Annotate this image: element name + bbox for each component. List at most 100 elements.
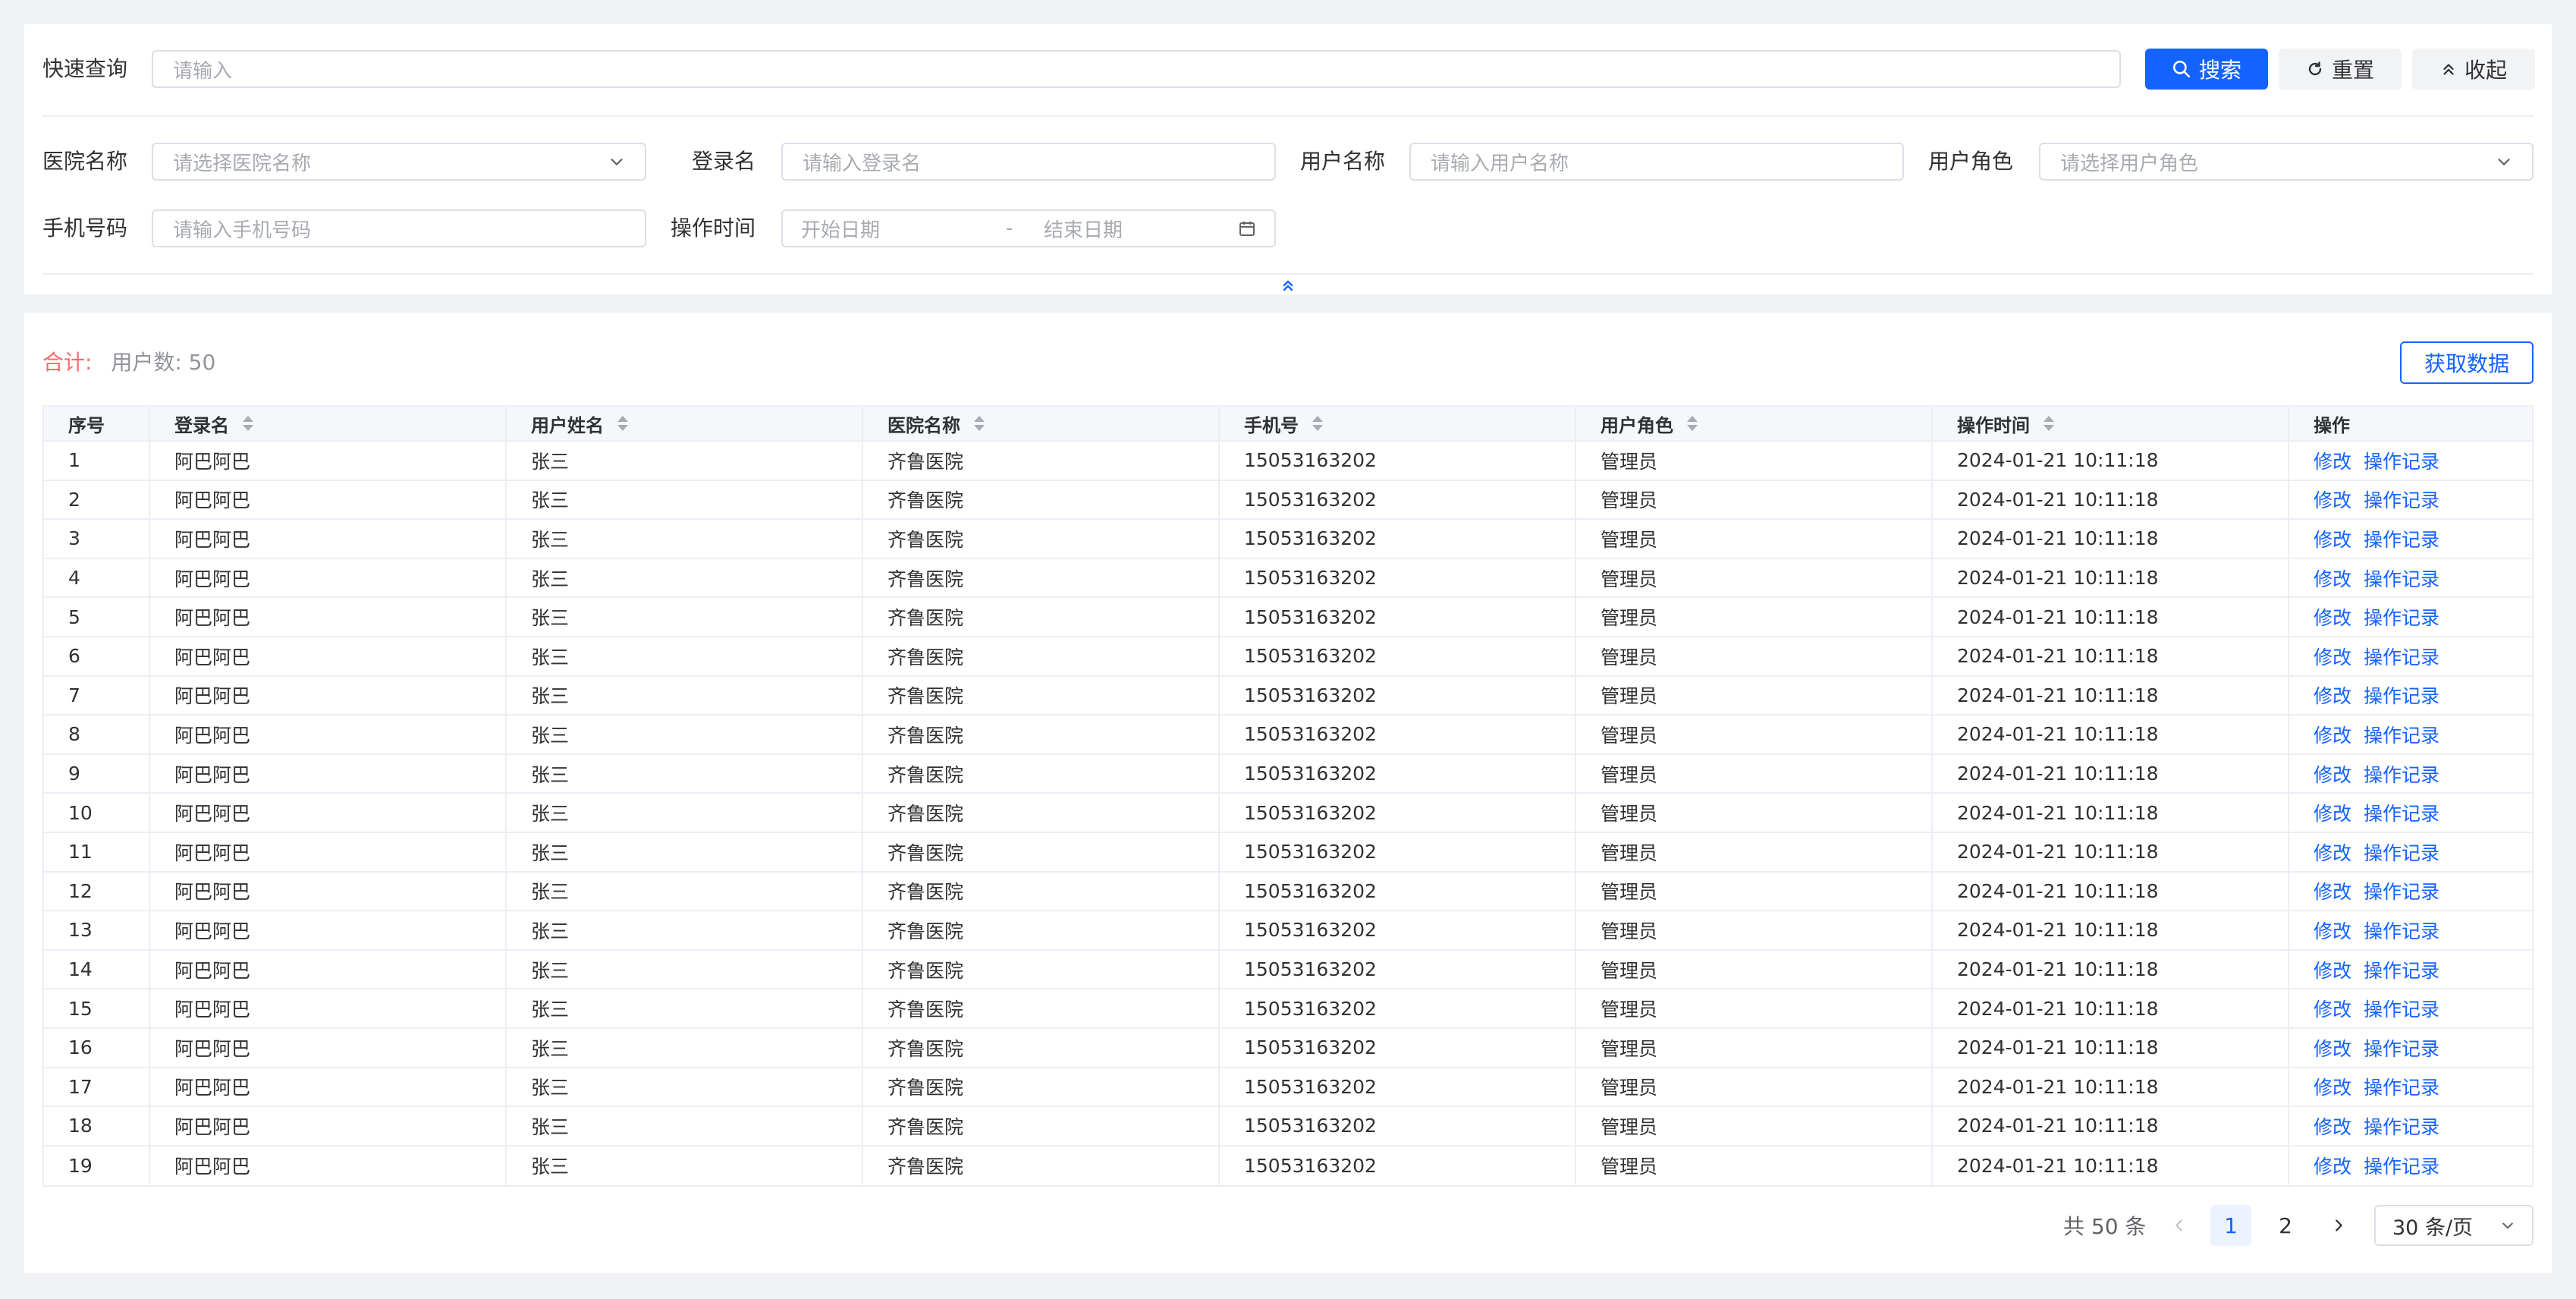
page-size-select[interactable]: 30 条/页 bbox=[2374, 1205, 2534, 1246]
edit-link[interactable]: 修改 bbox=[2314, 681, 2351, 709]
cell-login-name: 阿巴阿巴 bbox=[150, 520, 507, 558]
fetch-data-button[interactable]: 获取数据 bbox=[2400, 341, 2534, 384]
operation-log-link[interactable]: 操作记录 bbox=[2364, 760, 2439, 788]
cell-operation-time: 2024-01-21 10:11:18 bbox=[1933, 794, 2289, 832]
edit-link[interactable]: 修改 bbox=[2314, 525, 2351, 552]
operation-log-link[interactable]: 操作记录 bbox=[2364, 1073, 2439, 1100]
cell-index: 5 bbox=[44, 598, 150, 636]
edit-link[interactable]: 修改 bbox=[2314, 799, 2351, 826]
edit-link[interactable]: 修改 bbox=[2314, 1073, 2351, 1100]
cell-login-name: 阿巴阿巴 bbox=[150, 989, 507, 1027]
sort-icon[interactable] bbox=[974, 416, 985, 431]
cell-operation-time: 2024-01-21 10:11:18 bbox=[1933, 911, 2289, 949]
cell-role: 管理员 bbox=[1576, 1068, 1933, 1106]
collapse-arrow-icon[interactable] bbox=[1279, 276, 1297, 294]
page-1[interactable]: 1 bbox=[2210, 1205, 2251, 1246]
operation-log-link[interactable]: 操作记录 bbox=[2364, 525, 2439, 552]
operation-log-link[interactable]: 操作记录 bbox=[2364, 956, 2439, 983]
col-phone[interactable]: 手机号 bbox=[1220, 407, 1576, 440]
edit-link[interactable]: 修改 bbox=[2314, 603, 2351, 631]
operation-log-link[interactable]: 操作记录 bbox=[2364, 917, 2439, 944]
operation-log-link[interactable]: 操作记录 bbox=[2364, 995, 2439, 1022]
edit-link[interactable]: 修改 bbox=[2314, 956, 2351, 983]
sort-icon[interactable] bbox=[1687, 416, 1698, 431]
table-row: 12 阿巴阿巴 张三 齐鲁医院 15053163202 管理员 2024-01-21 10:… bbox=[44, 872, 2532, 912]
phone-placeholder: 请输入手机号码 bbox=[173, 219, 312, 242]
operation-log-link[interactable]: 操作记录 bbox=[2364, 643, 2439, 670]
edit-link[interactable]: 修改 bbox=[2314, 721, 2351, 748]
cell-role: 管理员 bbox=[1576, 520, 1933, 558]
operation-log-link[interactable]: 操作记录 bbox=[2364, 681, 2439, 709]
prev-page-icon[interactable] bbox=[2171, 1217, 2188, 1234]
next-page-icon[interactable] bbox=[2330, 1217, 2347, 1234]
col-login-name[interactable]: 登录名 bbox=[150, 407, 507, 440]
cell-hospital: 齐鲁医院 bbox=[863, 1146, 1220, 1186]
cell-login-name: 阿巴阿巴 bbox=[150, 716, 507, 753]
edit-link[interactable]: 修改 bbox=[2314, 838, 2351, 866]
table-row: 7 阿巴阿巴 张三 齐鲁医院 15053163202 管理员 2024-01-21 10:1… bbox=[44, 676, 2532, 716]
sort-icon[interactable] bbox=[617, 416, 628, 431]
edit-link[interactable]: 修改 bbox=[2314, 1034, 2351, 1062]
cell-phone: 15053163202 bbox=[1220, 989, 1576, 1027]
edit-link[interactable]: 修改 bbox=[2314, 760, 2351, 788]
user-role-select[interactable]: 请选择用户角色 bbox=[2039, 143, 2534, 181]
collapse-button[interactable]: 收起 bbox=[2412, 49, 2535, 90]
operation-time-range[interactable]: 开始日期 - 结束日期 bbox=[781, 209, 1276, 247]
col-operation-time[interactable]: 操作时间 bbox=[1933, 407, 2289, 440]
start-date-placeholder[interactable]: 开始日期 bbox=[801, 215, 1006, 243]
cell-phone: 15053163202 bbox=[1220, 480, 1576, 519]
operation-log-link[interactable]: 操作记录 bbox=[2364, 799, 2439, 826]
edit-link[interactable]: 修改 bbox=[2314, 643, 2351, 670]
quick-search-input[interactable]: 请输入 bbox=[152, 50, 2121, 88]
table-row: 8 阿巴阿巴 张三 齐鲁医院 15053163202 管理员 2024-01-21 10:1… bbox=[44, 716, 2532, 755]
operation-log-link[interactable]: 操作记录 bbox=[2364, 838, 2439, 866]
sort-icon[interactable] bbox=[1312, 416, 1323, 431]
username-input[interactable]: 请输入用户名称 bbox=[1409, 143, 1904, 181]
cell-role: 管理员 bbox=[1576, 794, 1933, 832]
sort-icon[interactable] bbox=[2044, 416, 2054, 431]
operation-log-link[interactable]: 操作记录 bbox=[2364, 565, 2439, 592]
operation-log-link[interactable]: 操作记录 bbox=[2364, 603, 2439, 631]
cell-index: 7 bbox=[44, 676, 150, 715]
edit-link[interactable]: 修改 bbox=[2314, 995, 2351, 1022]
operation-log-link[interactable]: 操作记录 bbox=[2364, 721, 2439, 748]
cell-actions: 修改 操作记录 bbox=[2289, 520, 2532, 558]
edit-link[interactable]: 修改 bbox=[2314, 486, 2351, 513]
sort-icon[interactable] bbox=[243, 416, 253, 431]
hospital-select[interactable]: 请选择医院名称 bbox=[152, 143, 646, 181]
operation-log-link[interactable]: 操作记录 bbox=[2364, 486, 2439, 513]
edit-link[interactable]: 修改 bbox=[2314, 1152, 2351, 1179]
col-hospital[interactable]: 医院名称 bbox=[863, 407, 1220, 440]
page-2[interactable]: 2 bbox=[2265, 1205, 2306, 1246]
operation-log-link[interactable]: 操作记录 bbox=[2364, 447, 2439, 474]
cell-hospital: 齐鲁医院 bbox=[863, 676, 1220, 715]
table-body: 1 阿巴阿巴 张三 齐鲁医院 15053163202 管理员 2024-01-21 10:1… bbox=[44, 442, 2532, 1186]
end-date-placeholder[interactable]: 结束日期 bbox=[1044, 215, 1238, 243]
cell-hospital: 齐鲁医院 bbox=[863, 558, 1220, 597]
operation-log-link[interactable]: 操作记录 bbox=[2364, 1034, 2439, 1062]
col-user-name[interactable]: 用户姓名 bbox=[507, 407, 863, 440]
edit-link[interactable]: 修改 bbox=[2314, 917, 2351, 944]
reset-button[interactable]: 重置 bbox=[2279, 49, 2402, 90]
operation-log-link[interactable]: 操作记录 bbox=[2364, 877, 2439, 904]
cell-actions: 修改 操作记录 bbox=[2289, 833, 2532, 871]
search-button[interactable]: 搜索 bbox=[2145, 49, 2268, 90]
phone-input[interactable]: 请输入手机号码 bbox=[152, 209, 646, 247]
col-actions: 操作 bbox=[2314, 414, 2350, 436]
page-size-value: 30 条/页 bbox=[2392, 1216, 2474, 1240]
edit-link[interactable]: 修改 bbox=[2314, 447, 2351, 474]
refresh-icon bbox=[2308, 61, 2322, 76]
login-name-input[interactable]: 请输入登录名 bbox=[781, 143, 1276, 181]
edit-link[interactable]: 修改 bbox=[2314, 565, 2351, 592]
operation-log-link[interactable]: 操作记录 bbox=[2364, 1112, 2439, 1140]
operation-log-link[interactable]: 操作记录 bbox=[2364, 1152, 2439, 1179]
cell-hospital: 齐鲁医院 bbox=[863, 911, 1220, 949]
table-row: 5 阿巴阿巴 张三 齐鲁医院 15053163202 管理员 2024-01-21 10:1… bbox=[44, 598, 2532, 637]
user-role-placeholder: 请选择用户角色 bbox=[2060, 152, 2199, 175]
cell-role: 管理员 bbox=[1576, 832, 1933, 871]
cell-hospital: 齐鲁医院 bbox=[863, 754, 1220, 793]
col-role[interactable]: 用户角色 bbox=[1576, 407, 1933, 440]
edit-link[interactable]: 修改 bbox=[2314, 1112, 2351, 1140]
edit-link[interactable]: 修改 bbox=[2314, 877, 2351, 904]
cell-operation-time: 2024-01-21 10:11:18 bbox=[1933, 716, 2289, 753]
